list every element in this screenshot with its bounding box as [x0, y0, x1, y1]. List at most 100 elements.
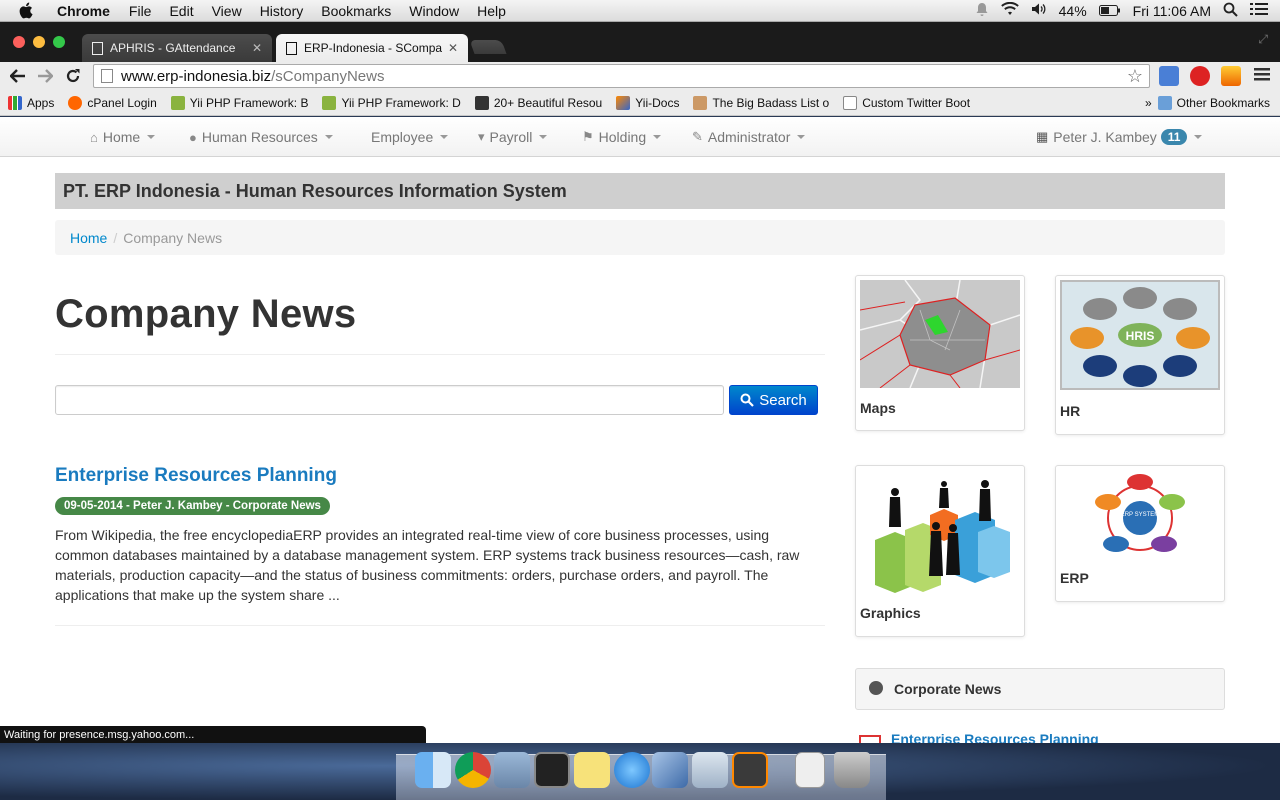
- browser-tab-aphris[interactable]: APHRIS - GAttendance ✕: [82, 34, 272, 62]
- breadcrumb-home-link[interactable]: Home: [70, 230, 107, 246]
- firebug-extension-icon[interactable]: [1221, 66, 1241, 86]
- business-people-image: [860, 470, 1020, 596]
- url-path: /sCompanyNews: [271, 67, 385, 85]
- thumbnail-erp[interactable]: ERP SYSTEM ERP: [1055, 465, 1225, 602]
- menu-edit[interactable]: Edit: [160, 3, 202, 19]
- finder-icon[interactable]: [415, 752, 451, 788]
- sql-file-icon[interactable]: [795, 752, 825, 788]
- bookmark-label: Yii PHP Framework: D: [341, 95, 461, 110]
- trash-icon[interactable]: [834, 752, 870, 788]
- w-site-icon: [474, 95, 489, 110]
- nav-holding[interactable]: ⚑ Holding: [582, 117, 662, 157]
- bookmark-label: Yii PHP Framework: B: [189, 95, 309, 110]
- thumbnail-maps[interactable]: Maps: [855, 275, 1025, 431]
- address-bar[interactable]: www.erp-indonesia.biz /sCompanyNews ☆: [93, 64, 1150, 88]
- chevron-down-icon: [539, 135, 548, 139]
- window-close-button[interactable]: [13, 36, 25, 48]
- stickies-icon[interactable]: [574, 752, 610, 788]
- nav-human-resources[interactable]: ● Human Resources: [189, 117, 333, 157]
- divider: [55, 625, 825, 626]
- nav-administrator[interactable]: ✎ Administrator: [692, 117, 806, 157]
- menubar-clock[interactable]: Fri 11:06 AM: [1133, 3, 1211, 19]
- menu-window[interactable]: Window: [400, 3, 468, 19]
- menu-view[interactable]: View: [203, 3, 251, 19]
- menu-bookmarks[interactable]: Bookmarks: [312, 3, 400, 19]
- bookmark-apps[interactable]: Apps: [8, 95, 55, 110]
- page-title: Company News: [55, 292, 357, 336]
- nav-label: Human Resources: [201, 129, 318, 145]
- bookmark-custom-twitter-boot[interactable]: Custom Twitter Boot: [843, 95, 970, 110]
- grid-icon: ▦: [1036, 129, 1049, 144]
- forward-arrow-icon[interactable]: [32, 64, 58, 88]
- cube-app-icon[interactable]: [692, 752, 728, 788]
- terminal-icon[interactable]: [534, 752, 570, 788]
- nav-employee[interactable]: Employee: [371, 117, 449, 157]
- mail-icon[interactable]: [494, 752, 530, 788]
- nav-home[interactable]: ⌂ Home: [90, 117, 156, 157]
- chevron-down-icon: [440, 135, 449, 139]
- notification-center-icon[interactable]: [1250, 2, 1268, 19]
- other-bookmarks[interactable]: Other Bookmarks: [1157, 95, 1270, 110]
- bookmark-yii-d[interactable]: Yii PHP Framework: D: [322, 95, 461, 110]
- yii-docs-icon: [616, 95, 631, 110]
- bookmark-yii-docs[interactable]: Yii-Docs: [616, 95, 680, 110]
- itunes-icon[interactable]: [614, 752, 650, 788]
- nav-label: Payroll: [489, 129, 533, 145]
- wifi-icon[interactable]: [1000, 1, 1019, 19]
- virtualbox-icon[interactable]: [652, 752, 688, 788]
- fullscreen-icon[interactable]: ⤢: [1258, 32, 1268, 47]
- search-button[interactable]: Search: [729, 385, 818, 415]
- new-tab-button[interactable]: [469, 40, 507, 54]
- nav-label: Administrator: [707, 129, 791, 145]
- bookmark-label: Other Bookmarks: [1176, 95, 1270, 110]
- translate-extension-icon[interactable]: [1159, 66, 1179, 86]
- tab-close-icon[interactable]: ✕: [252, 41, 262, 55]
- breadcrumb-separator: /: [113, 229, 118, 246]
- spotlight-search-icon[interactable]: [1223, 2, 1238, 20]
- apple-icon[interactable]: [18, 2, 36, 19]
- news-excerpt: From Wikipedia, the free encyclopediaERP…: [55, 527, 800, 603]
- nav-label: Employee: [371, 129, 434, 145]
- bookmark-label: Yii-Docs: [635, 95, 680, 110]
- maps-image: [860, 280, 1020, 388]
- notification-bell-icon[interactable]: [975, 2, 989, 20]
- nav-payroll[interactable]: ▾ Payroll: [478, 117, 548, 157]
- bookmarks-overflow-chevron[interactable]: »: [1145, 96, 1152, 110]
- menu-file[interactable]: File: [120, 3, 161, 19]
- reload-icon[interactable]: [60, 64, 86, 88]
- menu-app-name[interactable]: Chrome: [48, 3, 120, 19]
- breadcrumb-current: Company News: [123, 229, 223, 246]
- menu-history[interactable]: History: [251, 3, 313, 19]
- news-title-link[interactable]: Enterprise Resources Planning: [55, 465, 337, 487]
- sublime-text-icon[interactable]: [732, 752, 768, 788]
- bookmark-yii-b[interactable]: Yii PHP Framework: B: [170, 95, 309, 110]
- back-arrow-icon[interactable]: [5, 64, 31, 88]
- window-zoom-button[interactable]: [53, 36, 65, 48]
- thumbnail-caption: ERP: [1060, 570, 1089, 586]
- adblock-extension-icon[interactable]: [1190, 66, 1210, 86]
- thumbnail-hr[interactable]: HRIS HR: [1055, 275, 1225, 435]
- erp-diagram-text: ERP SYSTEM: [1121, 512, 1160, 518]
- menu-help[interactable]: Help: [468, 3, 515, 19]
- battery-icon[interactable]: [1098, 3, 1121, 19]
- thumbnail-graphics[interactable]: Graphics: [855, 465, 1025, 637]
- search-input[interactable]: [55, 385, 724, 415]
- corporate-news-link[interactable]: Enterprise Resources Planning: [891, 731, 1099, 743]
- bookmark-badass-list[interactable]: The Big Badass List o: [693, 95, 829, 110]
- browser-toolbar: www.erp-indonesia.biz /sCompanyNews ☆: [0, 62, 1280, 90]
- thumbnail-caption: HR: [1060, 403, 1081, 419]
- tab-close-icon[interactable]: ✕: [448, 41, 458, 55]
- chrome-menu-icon[interactable]: [1254, 66, 1270, 87]
- bookmark-beautiful-resources[interactable]: 20+ Beautiful Resou: [474, 95, 602, 110]
- bookmark-cpanel[interactable]: cPanel Login: [68, 95, 157, 110]
- chrome-icon[interactable]: [455, 752, 491, 788]
- bookmark-star-icon[interactable]: ☆: [1127, 66, 1143, 87]
- user-icon: ●: [189, 129, 197, 145]
- volume-icon[interactable]: [1031, 2, 1047, 19]
- cpanel-icon: [68, 95, 83, 110]
- nav-user-menu[interactable]: ▦ Peter J. Kambey 11: [1036, 117, 1203, 157]
- window-minimize-button[interactable]: [33, 36, 45, 48]
- nav-label: Home: [102, 129, 141, 145]
- bookmark-label: Apps: [27, 95, 55, 110]
- browser-tab-erp-indonesia[interactable]: ERP-Indonesia - SCompanyNews ✕: [276, 34, 468, 62]
